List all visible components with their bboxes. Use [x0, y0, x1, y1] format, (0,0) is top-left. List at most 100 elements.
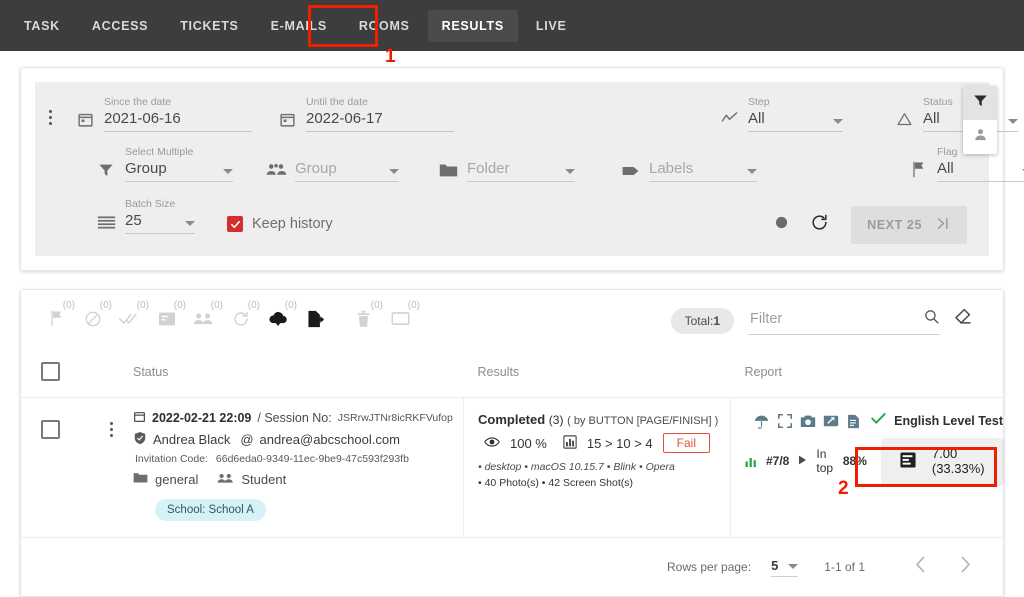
chevron-left-icon[interactable] [903, 552, 938, 582]
share-icon[interactable] [822, 413, 839, 430]
chevron-down-icon[interactable] [565, 169, 575, 174]
toolbar-delete-action[interactable]: (0) [345, 300, 383, 338]
report-score-button[interactable]: 7.00 (33.33%) [881, 438, 1003, 484]
select-multiple-field[interactable]: Select Multiple Group [93, 146, 233, 182]
toolbar-people-action[interactable]: (0) [185, 300, 223, 338]
person-filter-button[interactable] [963, 120, 997, 154]
labels-field[interactable]: Labels [617, 160, 757, 182]
select-multiple-value[interactable]: Group [125, 160, 213, 181]
keep-history-checkbox[interactable] [227, 216, 243, 232]
filter-input[interactable] [748, 309, 917, 328]
calendar-icon [72, 111, 98, 132]
toolbar-flag-action[interactable]: (0) [37, 300, 75, 338]
filter-row-dates: Since the date 2021-06-16 Until the date… [43, 92, 1018, 138]
check-icon [871, 412, 886, 430]
row-checkbox[interactable] [41, 420, 60, 439]
nav-tab-rooms[interactable]: ROOMS [345, 10, 424, 42]
report-title: English Level Test [894, 414, 1003, 428]
chevron-down-icon[interactable] [185, 221, 195, 226]
since-date-value[interactable]: 2021-06-16 [104, 110, 252, 132]
filter-row-groups: Select Multiple Group Group Folder Label… [43, 138, 1024, 188]
total-value: 1 [713, 314, 720, 328]
until-date-field[interactable]: Until the date 2022-06-17 [274, 96, 454, 132]
panel-side-buttons [963, 86, 997, 154]
invitation-code-label: Invitation Code: [135, 453, 208, 465]
toolbar-block-action[interactable]: (0) [74, 300, 112, 338]
umbrella-icon[interactable] [753, 413, 770, 430]
annotation-number-2: 2 [838, 478, 849, 499]
results-toolbar: (0) (0) (0) (0) (0) (0) (0) (0) (0) Tota… [21, 290, 1003, 346]
trend-line-icon [716, 109, 742, 132]
step-value[interactable]: All [748, 110, 823, 131]
double-check-icon [119, 311, 140, 331]
filter-search-box[interactable] [748, 308, 940, 335]
refresh-icon[interactable] [810, 213, 829, 237]
nav-tab-task[interactable]: TASK [10, 10, 74, 42]
toolbar-monitor-action[interactable]: (0) [382, 300, 420, 338]
school-chip[interactable]: School: School A [155, 499, 266, 521]
toolbar-export-action[interactable] [296, 304, 333, 338]
chevron-down-icon[interactable] [223, 169, 233, 174]
step-field[interactable]: Step All [716, 96, 843, 132]
flag-value[interactable]: All [937, 160, 1012, 181]
chevron-down-icon[interactable] [747, 169, 757, 174]
report-rank-row: #7/8 In top 88% 7.00 (33.33%) [745, 438, 1003, 484]
batch-size-value[interactable]: 25 [125, 212, 175, 233]
fullscreen-icon[interactable] [776, 413, 793, 430]
nav-tab-access[interactable]: ACCESS [78, 10, 162, 42]
status-user-line: Andrea Black @ andrea@abcschool.com [133, 431, 463, 448]
since-date-field[interactable]: Since the date 2021-06-16 [72, 96, 252, 132]
keep-history-toggle[interactable]: Keep history [227, 216, 333, 234]
nav-tab-live[interactable]: LIVE [522, 10, 581, 42]
document-icon[interactable] [845, 413, 862, 430]
nav-tab-emails[interactable]: E-MAILS [257, 10, 341, 42]
filter-toggle-button[interactable] [963, 86, 997, 120]
toolbar-download-action[interactable]: (0) [259, 300, 297, 338]
labels-placeholder[interactable]: Labels [649, 160, 737, 181]
results-state-line: Completed (3) ( by BUTTON [PAGE/FINISH] … [478, 412, 730, 427]
next-batch-button[interactable]: NEXT 25 [851, 206, 967, 244]
toolbar-refresh-action[interactable]: (0) [222, 300, 260, 338]
report-top-label: In top [816, 447, 834, 475]
session-label: / Session No: [257, 411, 332, 425]
status-field[interactable]: Status All [891, 96, 1018, 132]
chevron-down-icon[interactable] [389, 169, 399, 174]
group-field[interactable]: Group [263, 160, 399, 182]
search-icon[interactable] [923, 308, 940, 330]
funnel-icon [973, 93, 988, 113]
eraser-icon[interactable] [954, 308, 973, 334]
filter-card: Since the date 2021-06-16 Until the date… [20, 67, 1024, 271]
until-date-label: Until the date [306, 96, 368, 108]
list-lines-icon [93, 215, 119, 234]
toolbar-approve-action[interactable]: (0) [111, 300, 149, 338]
chevron-down-icon[interactable] [788, 563, 799, 569]
folder-field[interactable]: Folder [435, 160, 575, 182]
flag-label: Flag [937, 146, 958, 158]
filter-overflow-menu[interactable] [49, 108, 52, 126]
annotation-number-1: 1 [385, 46, 396, 67]
camera-icon[interactable] [799, 413, 816, 430]
until-date-value[interactable]: 2022-06-17 [306, 110, 454, 132]
nav-tab-tickets[interactable]: TICKETS [166, 10, 252, 42]
toolbar-note-action[interactable]: (0) [148, 300, 186, 338]
chevron-down-icon[interactable] [1008, 119, 1018, 124]
record-dot-icon[interactable] [775, 216, 788, 234]
nav-tab-results[interactable]: RESULTS [427, 9, 518, 42]
report-rank: #7/8 [766, 454, 790, 468]
results-capture-line: • 40 Photo(s) • 42 Screen Shot(s) [478, 476, 634, 489]
chevron-down-icon[interactable] [833, 119, 843, 124]
flag-field[interactable]: Flag All [905, 146, 1024, 182]
batch-size-field[interactable]: Batch Size 25 [93, 198, 195, 234]
row-overflow-menu[interactable] [89, 420, 133, 438]
select-all-checkbox[interactable] [41, 362, 60, 381]
group-placeholder[interactable]: Group [295, 160, 379, 181]
rows-per-page-select[interactable]: 5 [771, 558, 799, 577]
folder-placeholder[interactable]: Folder [467, 160, 555, 181]
people-icon [263, 161, 289, 182]
table-pagination: Rows per page: 5 1-1 of 1 [21, 538, 1003, 596]
report-score-value: 7.00 (33.33%) [931, 446, 985, 476]
cloud-download-icon [268, 311, 288, 332]
chevron-right-icon[interactable] [948, 552, 983, 582]
report-icon-row: English Level Test [745, 412, 1003, 430]
play-icon [798, 454, 807, 468]
